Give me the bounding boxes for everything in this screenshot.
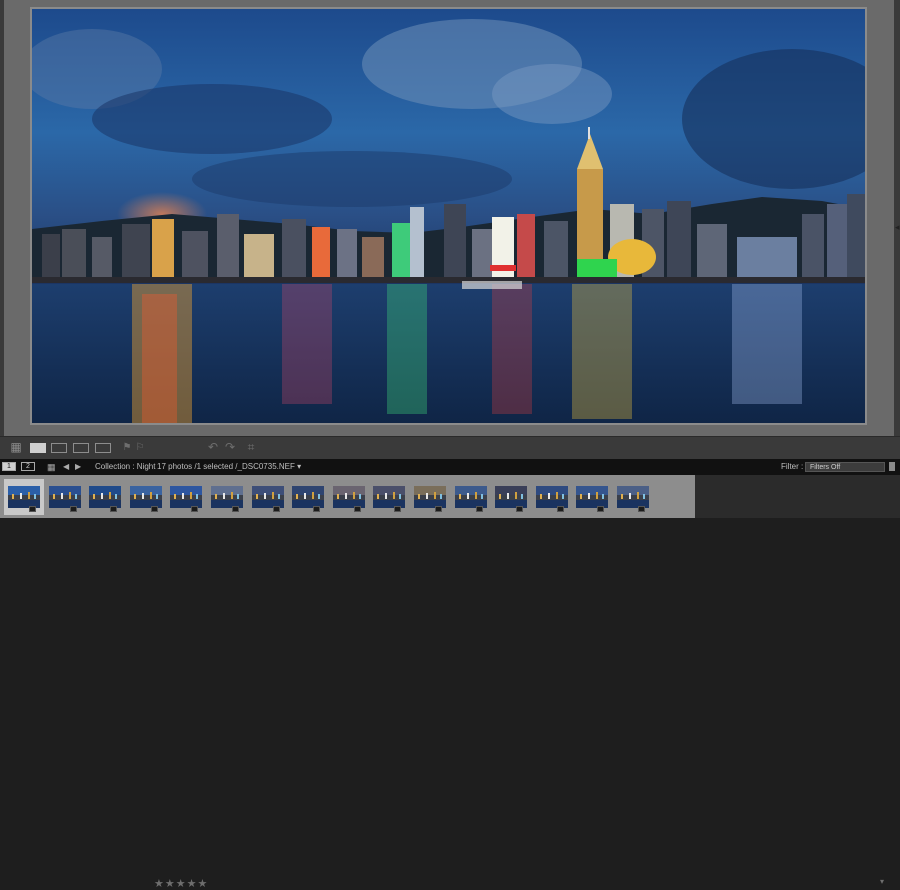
edit-badge-icon <box>516 506 524 512</box>
toolbar-menu-icon[interactable]: ▾ <box>880 877 884 886</box>
grid-icon[interactable]: ▦ <box>47 461 56 473</box>
filmstrip-thumbnail[interactable] <box>451 479 491 515</box>
library-toolbar: ▦ ⚑ ⚐ ★★★★★ ↶ ↷ ⌗ ▾ <box>0 436 900 890</box>
rotate-right-icon[interactable]: ↷ <box>224 441 236 454</box>
thumbnail-image <box>211 486 243 508</box>
status-prefix: 17 photos /1 selected / <box>157 462 238 471</box>
filmstrip-thumbnail[interactable] <box>532 479 572 515</box>
thumbnail-image <box>414 486 446 508</box>
edit-badge-icon <box>313 506 321 512</box>
rotate-left-icon[interactable]: ↶ <box>207 441 219 454</box>
edit-badge-icon <box>110 506 118 512</box>
thumbnail-image <box>48 486 81 508</box>
filmstrip-thumbnail[interactable] <box>85 479 125 515</box>
thumbnail-image <box>8 486 40 508</box>
filter-select[interactable]: Filters Off <box>805 462 885 472</box>
edit-badge-icon <box>394 506 402 512</box>
main-photo[interactable] <box>32 9 865 423</box>
grid-view-icon[interactable]: ▦ <box>8 441 24 454</box>
filmstrip-thumbnails <box>0 475 695 518</box>
filmstrip-thumbnail[interactable] <box>45 479 85 515</box>
filmstrip <box>0 475 900 518</box>
edit-badge-icon <box>191 506 199 512</box>
thumbnail-image <box>332 486 365 508</box>
filmstrip-thumbnail[interactable] <box>166 479 206 515</box>
edit-badge-icon <box>435 506 442 512</box>
thumbnail-image <box>170 486 203 508</box>
edit-badge-icon <box>638 506 645 512</box>
monitor-1-button[interactable]: 1 <box>2 462 16 471</box>
loupe-view-area: ◂ <box>0 0 900 436</box>
monitor-2-button[interactable]: 2 <box>21 462 35 471</box>
filmstrip-thumbnail[interactable] <box>207 479 247 515</box>
survey-view-icon[interactable] <box>73 441 89 454</box>
thumbnail-image <box>535 486 568 508</box>
left-panel-edge[interactable] <box>0 0 4 436</box>
filmstrip-thumbnail[interactable] <box>329 479 369 515</box>
edit-badge-icon <box>69 506 77 512</box>
thumbnail-image <box>495 486 528 508</box>
filter-lock-icon[interactable] <box>889 462 895 471</box>
people-view-icon[interactable] <box>95 441 111 454</box>
forward-arrow-icon[interactable]: ▶ <box>75 461 81 473</box>
filmstrip-thumbnail[interactable] <box>410 479 450 515</box>
thumbnail-image <box>373 486 406 508</box>
edit-badge-icon <box>353 506 361 512</box>
thumbnail-image <box>129 486 162 508</box>
filmstrip-thumbnail[interactable] <box>369 479 409 515</box>
edit-badge-icon <box>475 506 483 512</box>
flag-pick-icon[interactable]: ⚑ <box>122 441 132 454</box>
filter-label: Filter : <box>781 462 804 471</box>
edit-badge-icon <box>597 506 605 512</box>
current-filename[interactable]: _DSC0735.NEF <box>238 462 295 471</box>
edit-badge-icon <box>150 506 158 512</box>
thumbnail-image <box>617 486 649 508</box>
edit-badge-icon <box>232 506 239 512</box>
filmstrip-thumbnail[interactable] <box>572 479 612 515</box>
filmstrip-empty-area <box>695 475 900 518</box>
thumbnail-image <box>454 486 487 508</box>
filmstrip-thumbnail[interactable] <box>288 479 328 515</box>
thumbnail-image <box>576 486 609 508</box>
edit-badge-icon <box>29 506 36 512</box>
thumbnail-image <box>89 486 122 508</box>
filmstrip-thumbnail[interactable] <box>248 479 288 515</box>
crop-icon[interactable]: ⌗ <box>244 441 258 454</box>
filmstrip-thumbnail[interactable] <box>4 479 44 515</box>
source-label[interactable]: Collection : Night <box>95 461 155 473</box>
star-rating[interactable]: ★★★★★ <box>154 877 208 890</box>
compare-view-icon[interactable] <box>51 441 67 454</box>
right-panel-edge[interactable] <box>894 0 900 436</box>
thumbnail-image <box>292 486 325 508</box>
back-arrow-icon[interactable]: ◀ <box>63 461 69 473</box>
filmstrip-thumbnail[interactable] <box>126 479 166 515</box>
photo-count-status: 17 photos /1 selected /_DSC0735.NEF ▾ <box>157 462 302 471</box>
thumbnail-image <box>251 486 284 508</box>
filmstrip-thumbnail[interactable] <box>613 479 653 515</box>
filmstrip-thumbnail[interactable] <box>491 479 531 515</box>
flag-reject-icon[interactable]: ⚐ <box>135 441 145 454</box>
edit-badge-icon <box>272 506 280 512</box>
filmstrip-navigation-bar: 1 2 ▦ ◀ ▶ Collection : Night 17 photos /… <box>0 459 900 475</box>
loupe-view-icon[interactable] <box>30 441 46 454</box>
edit-badge-icon <box>556 506 564 512</box>
expand-panel-icon[interactable]: ◂ <box>895 222 900 233</box>
